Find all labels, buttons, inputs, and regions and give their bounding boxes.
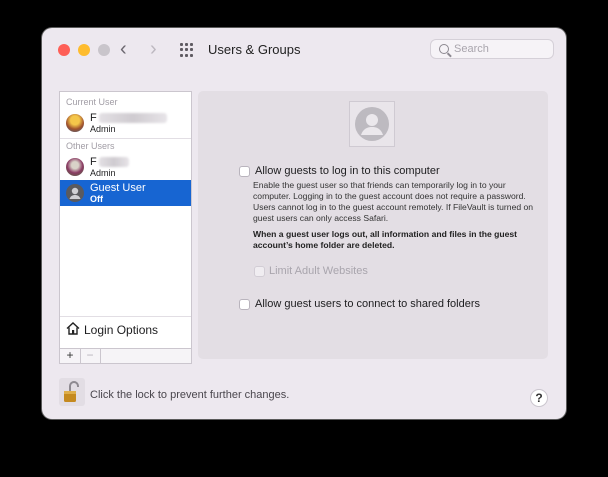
login-options-label: Login Options [84,323,159,337]
login-options-divider [60,316,191,317]
user-name: Guest User [90,182,146,194]
close-window-button[interactable] [58,44,70,56]
add-remove-bar: + − [60,348,191,363]
shared-folders-checkbox[interactable] [239,299,250,310]
allow-guest-login-checkbox[interactable] [239,166,250,177]
other-users-header: Other Users [66,141,115,151]
current-user-header: Current User [66,97,118,107]
search-placeholder: Search [454,43,489,55]
limit-adult-websites-checkbox[interactable] [254,266,265,277]
user-avatar [66,114,84,132]
shared-folders-label: Allow guest users to connect to shared f… [255,298,481,310]
user-role: Admin [90,124,116,134]
lock-message: Click the lock to prevent further change… [90,389,290,401]
window-title: Users & Groups [208,42,301,57]
lock-icon[interactable] [59,378,85,406]
user-avatar [66,158,84,176]
guest-warning: When a guest user logs out, all informat… [253,229,518,250]
back-button[interactable]: ‹ [120,38,127,60]
add-user-button[interactable]: + [61,348,79,362]
limit-adult-websites-label: Limit Adult Websites [269,265,368,277]
user-list: Current User F Admin Other Users F Admin… [59,91,192,364]
allow-guest-login-label: Allow guests to log in to this computer [255,165,440,177]
login-options-button[interactable]: Login Options [66,322,158,337]
remove-user-button[interactable]: − [81,348,99,362]
zoom-window-button[interactable] [98,44,110,56]
search-icon [439,44,449,54]
separator [100,349,101,363]
help-button[interactable]: ? [530,389,548,407]
show-all-grid-icon[interactable] [180,43,194,57]
user-name: F [90,112,167,124]
search-field[interactable]: Search [430,39,554,59]
traffic-lights [58,44,110,56]
section-divider [60,138,191,139]
user-name: F [90,156,129,168]
guest-picture-icon [349,101,395,147]
forward-button[interactable]: › [150,38,157,60]
user-item-other[interactable]: F Admin [60,154,191,180]
user-role: Off [90,194,103,204]
minimize-window-button[interactable] [78,44,90,56]
guest-avatar-icon [66,184,84,202]
guest-settings-pane: Allow guests to log in to this computer … [198,91,548,359]
guest-description: Enable the guest user so that friends ca… [253,180,534,223]
user-item-current[interactable]: F Admin [60,110,191,136]
house-icon [66,322,80,335]
user-role: Admin [90,168,116,178]
user-item-guest[interactable]: Guest User Off [60,180,191,206]
users-groups-window: ‹ › Users & Groups Search Current User F… [42,28,566,419]
